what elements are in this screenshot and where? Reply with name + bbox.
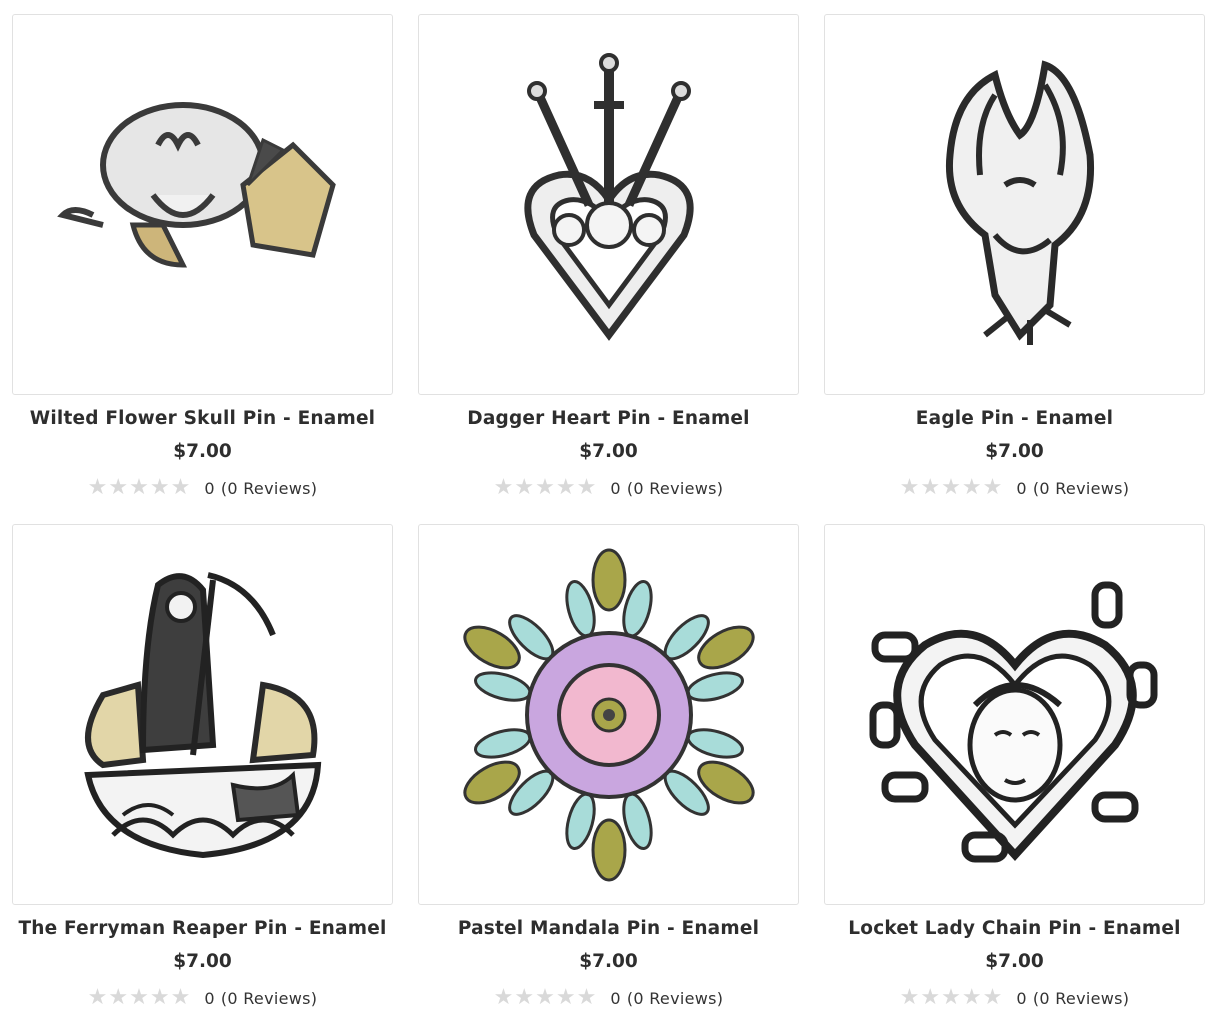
product-grid: Wilted Flower Skull Pin - Enamel $7.00 ★… bbox=[12, 14, 1205, 1025]
star-icon: ★ bbox=[535, 475, 555, 500]
star-icon: ★ bbox=[170, 475, 191, 500]
rating-stars: ★ ★ ★ ★ ★ bbox=[494, 987, 597, 1009]
star-icon: ★ bbox=[87, 475, 108, 500]
product-image-link[interactable] bbox=[12, 14, 393, 395]
wilted-flower-skull-pin-image bbox=[56, 101, 336, 268]
product-rating: ★ ★ ★ ★ ★ 0 (0 Reviews) bbox=[418, 477, 799, 499]
star-icon: ★ bbox=[576, 985, 597, 1010]
rating-stars: ★ ★ ★ ★ ★ bbox=[900, 987, 1003, 1009]
star-icon: ★ bbox=[129, 475, 149, 500]
rating-stars: ★ ★ ★ ★ ★ bbox=[88, 987, 191, 1009]
star-icon: ★ bbox=[899, 985, 920, 1010]
product-card: Locket Lady Chain Pin - Enamel $7.00 ★ ★… bbox=[824, 524, 1205, 1025]
star-icon: ★ bbox=[941, 985, 961, 1010]
product-price: $7.00 bbox=[985, 951, 1044, 972]
product-rating: ★ ★ ★ ★ ★ 0 (0 Reviews) bbox=[12, 477, 393, 499]
star-icon: ★ bbox=[899, 475, 920, 500]
reviews-link[interactable]: (0 Reviews) bbox=[221, 479, 317, 498]
star-icon: ★ bbox=[576, 475, 597, 500]
star-icon: ★ bbox=[514, 475, 535, 500]
rating-value: 0 bbox=[204, 478, 215, 498]
star-icon: ★ bbox=[555, 475, 576, 500]
product-price: $7.00 bbox=[985, 441, 1044, 462]
product-price: $7.00 bbox=[173, 441, 232, 462]
reviews-link[interactable]: (0 Reviews) bbox=[627, 989, 723, 1008]
product-price: $7.00 bbox=[579, 951, 638, 972]
product-title-link[interactable]: Locket Lady Chain Pin - Enamel bbox=[824, 918, 1205, 940]
star-icon: ★ bbox=[170, 985, 191, 1010]
reviews-link[interactable]: (0 Reviews) bbox=[221, 989, 317, 1008]
locket-lady-chain-pin-image bbox=[869, 581, 1157, 862]
star-icon: ★ bbox=[920, 985, 941, 1010]
product-title-link[interactable]: Dagger Heart Pin - Enamel bbox=[418, 408, 799, 430]
star-icon: ★ bbox=[982, 475, 1003, 500]
rating-stars: ★ ★ ★ ★ ★ bbox=[88, 477, 191, 499]
rating-value: 0 bbox=[1016, 478, 1027, 498]
star-icon: ★ bbox=[129, 985, 149, 1010]
star-icon: ★ bbox=[555, 985, 576, 1010]
rating-stars: ★ ★ ★ ★ ★ bbox=[900, 477, 1003, 499]
product-card: Wilted Flower Skull Pin - Enamel $7.00 ★… bbox=[12, 14, 393, 515]
rating-value: 0 bbox=[1016, 988, 1027, 1008]
rating-value: 0 bbox=[610, 988, 621, 1008]
ferryman-reaper-pin-image bbox=[83, 571, 321, 858]
product-price: $7.00 bbox=[579, 441, 638, 462]
product-card: Dagger Heart Pin - Enamel $7.00 ★ ★ ★ ★ … bbox=[418, 14, 799, 515]
star-icon: ★ bbox=[149, 475, 170, 500]
rating-stars: ★ ★ ★ ★ ★ bbox=[494, 477, 597, 499]
product-rating: ★ ★ ★ ★ ★ 0 (0 Reviews) bbox=[12, 987, 393, 1009]
rating-value: 0 bbox=[204, 988, 215, 1008]
star-icon: ★ bbox=[108, 985, 129, 1010]
star-icon: ★ bbox=[982, 985, 1003, 1010]
star-icon: ★ bbox=[149, 985, 170, 1010]
product-image-link[interactable] bbox=[418, 524, 799, 905]
star-icon: ★ bbox=[87, 985, 108, 1010]
star-icon: ★ bbox=[493, 475, 514, 500]
product-title-link[interactable]: Eagle Pin - Enamel bbox=[824, 408, 1205, 430]
product-rating: ★ ★ ★ ★ ★ 0 (0 Reviews) bbox=[824, 987, 1205, 1009]
dagger-heart-pin-image bbox=[523, 52, 694, 341]
reviews-link[interactable]: (0 Reviews) bbox=[627, 479, 723, 498]
product-title-link[interactable]: Pastel Mandala Pin - Enamel bbox=[418, 918, 799, 940]
product-title-link[interactable]: Wilted Flower Skull Pin - Enamel bbox=[12, 408, 393, 430]
eagle-pin-image bbox=[945, 59, 1094, 345]
pastel-mandala-pin-image bbox=[462, 548, 755, 881]
star-icon: ★ bbox=[514, 985, 535, 1010]
star-icon: ★ bbox=[961, 985, 982, 1010]
product-card: Pastel Mandala Pin - Enamel $7.00 ★ ★ ★ … bbox=[418, 524, 799, 1025]
star-icon: ★ bbox=[941, 475, 961, 500]
rating-value: 0 bbox=[610, 478, 621, 498]
reviews-link[interactable]: (0 Reviews) bbox=[1033, 479, 1129, 498]
product-price: $7.00 bbox=[173, 951, 232, 972]
product-card: Eagle Pin - Enamel $7.00 ★ ★ ★ ★ ★ 0 (0 … bbox=[824, 14, 1205, 515]
product-card: The Ferryman Reaper Pin - Enamel $7.00 ★… bbox=[12, 524, 393, 1025]
product-image-link[interactable] bbox=[12, 524, 393, 905]
reviews-link[interactable]: (0 Reviews) bbox=[1033, 989, 1129, 1008]
star-icon: ★ bbox=[535, 985, 555, 1010]
star-icon: ★ bbox=[108, 475, 129, 500]
star-icon: ★ bbox=[493, 985, 514, 1010]
product-image-link[interactable] bbox=[824, 524, 1205, 905]
product-title-link[interactable]: The Ferryman Reaper Pin - Enamel bbox=[12, 918, 393, 940]
product-image-link[interactable] bbox=[824, 14, 1205, 395]
product-image-link[interactable] bbox=[418, 14, 799, 395]
product-rating: ★ ★ ★ ★ ★ 0 (0 Reviews) bbox=[418, 987, 799, 1009]
star-icon: ★ bbox=[961, 475, 982, 500]
product-rating: ★ ★ ★ ★ ★ 0 (0 Reviews) bbox=[824, 477, 1205, 499]
star-icon: ★ bbox=[920, 475, 941, 500]
